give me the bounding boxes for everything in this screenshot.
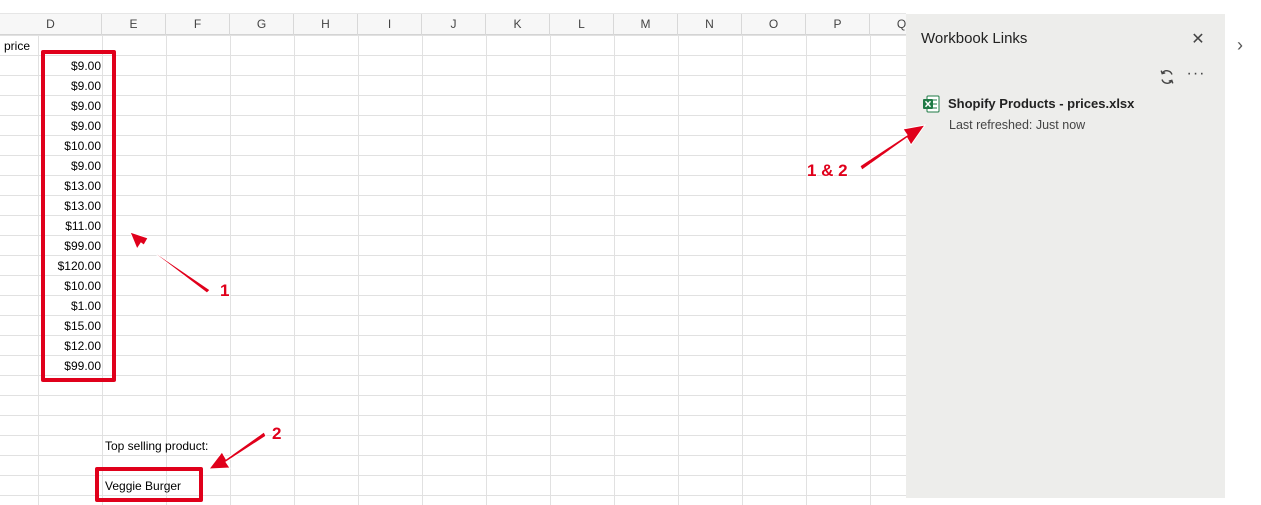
refresh-icon[interactable] <box>1158 68 1176 86</box>
column-header-k[interactable]: K <box>486 14 550 35</box>
chevron-right-icon[interactable]: › <box>1237 34 1251 56</box>
annotation-label-2: 2 <box>272 424 282 443</box>
column-header-e[interactable]: E <box>102 14 166 35</box>
top-selling-value-highlight <box>95 467 203 502</box>
cell-grid[interactable] <box>0 35 906 505</box>
workbook-link-name[interactable]: Shopify Products - prices.xlsx <box>948 96 1134 111</box>
price-range-highlight <box>41 50 116 382</box>
workbook-link-item[interactable]: Shopify Products - prices.xlsx Last refr… <box>920 94 1210 138</box>
column-header-h[interactable]: H <box>294 14 358 35</box>
column-header-m[interactable]: M <box>614 14 678 35</box>
column-header-j[interactable]: J <box>422 14 486 35</box>
column-header-q[interactable]: Q <box>870 14 906 35</box>
column-header-i[interactable]: I <box>358 14 422 35</box>
column-header-d[interactable]: D <box>0 14 102 35</box>
top-strip <box>0 0 906 14</box>
panel-title: Workbook Links <box>921 30 1028 47</box>
top-selling-label-cell[interactable]: Top selling product: <box>105 436 208 456</box>
workbook-link-status: Last refreshed: Just now <box>949 118 1086 132</box>
workbook-links-panel: Workbook Links ✕ ··· Shopify Products - … <box>906 14 1225 498</box>
column-header-f[interactable]: F <box>166 14 230 35</box>
right-strip <box>1225 14 1261 498</box>
annotation-label-1: 1 <box>220 281 230 300</box>
column-header-o[interactable]: O <box>742 14 806 35</box>
column-header-n[interactable]: N <box>678 14 742 35</box>
column-header-l[interactable]: L <box>550 14 614 35</box>
annotation-label-1-and-2: 1 & 2 <box>807 161 848 180</box>
column-header-g[interactable]: G <box>230 14 294 35</box>
price-header-cell[interactable]: price <box>4 36 30 56</box>
column-header-row: DEFGHIJKLMNOPQ <box>0 14 906 35</box>
close-icon[interactable]: ✕ <box>1189 31 1207 49</box>
column-header-p[interactable]: P <box>806 14 870 35</box>
spreadsheet-area[interactable]: DEFGHIJKLMNOPQ price $9.00 $9.00 $9.00 $9.0… <box>0 0 906 505</box>
more-options-icon[interactable]: ··· <box>1186 66 1206 85</box>
excel-file-icon <box>923 95 940 113</box>
